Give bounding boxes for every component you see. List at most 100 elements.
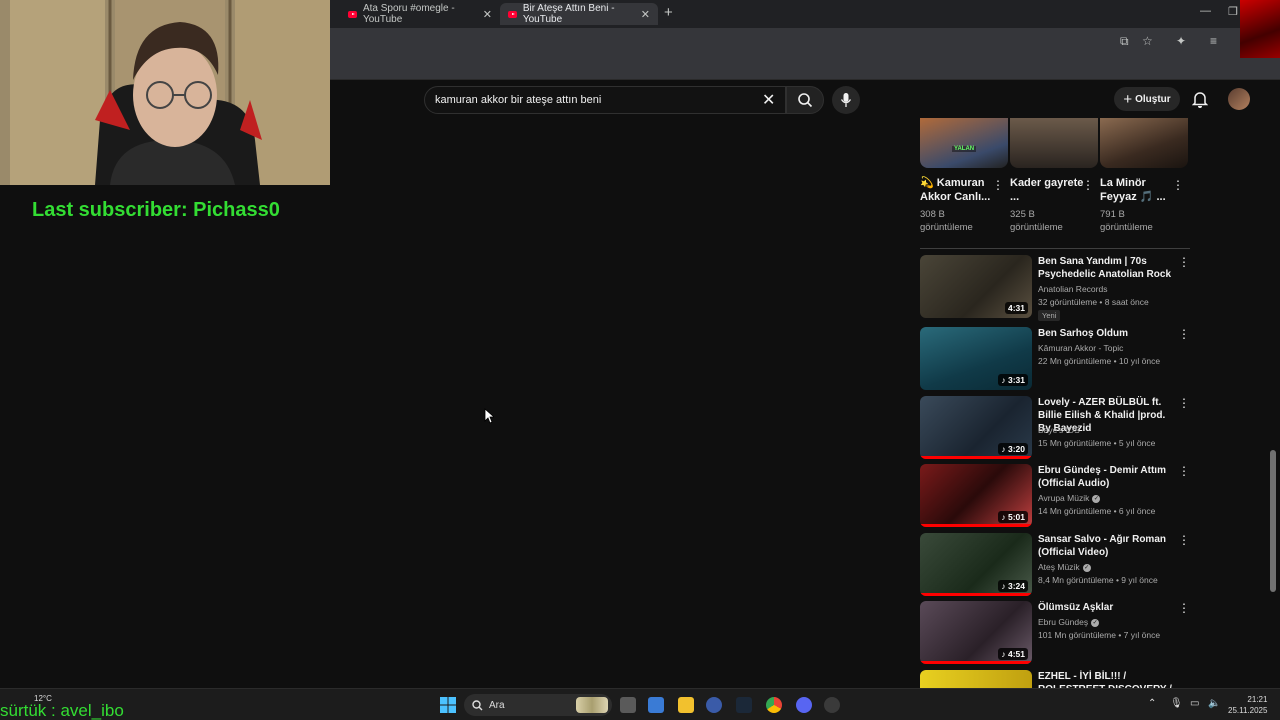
video-title[interactable]: Ebru Gündeş - Demir Attım (Official Audi… [1038, 464, 1174, 490]
tab-close-icon[interactable]: ✕ [641, 8, 650, 21]
video-item[interactable]: ♪ 5:01 Ebru Gündeş - Demir Attım (Offici… [920, 464, 1190, 528]
tab-ata-sporu[interactable]: Ata Sporu #omegle - YouTube ✕ [340, 3, 500, 25]
cast-icon[interactable]: ⧉ [1120, 34, 1129, 49]
discord-icon[interactable] [796, 697, 812, 713]
video-channel[interactable]: Avrupa Müzik ✓ [1038, 493, 1101, 503]
search-input[interactable] [435, 94, 755, 106]
more-options-icon[interactable]: ⋮ [1082, 178, 1094, 192]
video-thumbnail[interactable]: ♪ 4:51 [920, 601, 1032, 664]
video-meta: 15 Mn görüntüleme • 5 yıl önce [1038, 438, 1156, 448]
new-badge: Yeni [1038, 310, 1061, 321]
video-item[interactable]: ♪ 3:31 Ben Sarhoş Oldum Kâmuran Akkor - … [920, 327, 1190, 391]
taskbar-clock[interactable]: 21:21 25.11.2025 [1228, 694, 1267, 716]
bookmark-star-icon[interactable]: ☆ [1142, 34, 1153, 48]
video-thumbnail[interactable]: ♪ 3:24 [920, 533, 1032, 596]
short-thumbnail[interactable] [1010, 118, 1098, 168]
video-thumbnail[interactable]: ♪ 3:20 [920, 396, 1032, 459]
watch-progress-bar [920, 593, 1032, 596]
video-title[interactable]: Ben Sana Yandım | 70s Psychedelic Anatol… [1038, 255, 1174, 281]
mouse-cursor-icon [484, 408, 494, 424]
video-thumbnail[interactable] [920, 670, 1032, 688]
new-tab-button[interactable]: + [664, 4, 673, 21]
app-icon[interactable] [706, 697, 722, 713]
settings-icon[interactable] [824, 697, 840, 713]
chrome-icon[interactable] [766, 697, 782, 713]
short-title[interactable]: 💫 Kamuran Akkor Canlı... [920, 176, 996, 204]
file-explorer-icon[interactable] [678, 697, 694, 713]
watch-progress-bar [920, 524, 1032, 527]
voice-search-button[interactable] [832, 86, 860, 114]
more-options-icon[interactable]: ⋮ [1178, 601, 1190, 615]
more-options-icon[interactable]: ⋮ [1172, 178, 1184, 192]
extensions-icon[interactable]: ✦ [1176, 34, 1186, 48]
last-subscriber-label: Last subscriber: Pichass0 [32, 199, 280, 221]
video-duration: ♪ 5:01 [998, 511, 1028, 523]
tray-chevron-icon[interactable]: ⌃ [1148, 698, 1156, 709]
media-control-icon[interactable]: ≡ [1210, 34, 1217, 48]
video-thumbnail[interactable]: ♪ 3:31 [920, 327, 1032, 390]
video-title[interactable]: Ölümsüz Aşklar [1038, 601, 1174, 614]
tab-close-icon[interactable]: ✕ [483, 8, 492, 21]
network-icon[interactable]: ▭ [1190, 698, 1199, 709]
video-item[interactable]: EZHEL - İYİ BİL!!! / ROLESTREET DISCOVER… [920, 670, 1182, 688]
volume-icon[interactable]: 🔈 [1208, 698, 1220, 709]
more-options-icon[interactable]: ⋮ [1178, 533, 1190, 547]
more-options-icon[interactable]: ⋮ [1178, 396, 1190, 410]
more-options-icon[interactable]: ⋮ [1178, 670, 1182, 684]
microphone-tray-icon[interactable]: 🎙 [1170, 698, 1183, 709]
verified-icon: ✓ [1082, 563, 1091, 572]
video-channel[interactable]: Baye's IDS [1038, 425, 1080, 435]
account-avatar[interactable] [1228, 88, 1250, 110]
video-title[interactable]: Ben Sarhoş Oldum [1038, 327, 1174, 340]
search-box[interactable] [424, 86, 786, 114]
create-button[interactable]: + Oluştur [1114, 87, 1180, 111]
short-views: 791 Bgörüntüleme [1100, 209, 1153, 233]
calculator-icon[interactable] [648, 697, 664, 713]
video-item[interactable]: ♪ 3:24 Sansar Salvo - Ağır Roman (Offici… [920, 533, 1190, 597]
video-item[interactable]: ♪ 4:51 Ölümsüz Aşklar Ebru Gündeş ✓ 101 M… [920, 601, 1190, 665]
video-meta: 32 görüntüleme • 8 saat önce [1038, 297, 1149, 307]
video-channel[interactable]: Ebru Gündeş ✓ [1038, 617, 1100, 627]
video-meta: 8,4 Mn görüntüleme • 9 yıl önce [1038, 575, 1158, 585]
youtube-favicon-icon [508, 10, 517, 18]
video-channel[interactable]: Kâmuran Akkor - Topic [1038, 343, 1123, 353]
video-channel[interactable]: Ateş Müzik ✓ [1038, 562, 1091, 572]
more-options-icon[interactable]: ⋮ [1178, 255, 1190, 269]
short-thumbnail[interactable] [1100, 118, 1188, 168]
video-item[interactable]: ♪ 3:20 Lovely - AZER BÜLBÜL ft. Billie E… [920, 396, 1190, 460]
short-thumbnail[interactable]: YALAN [920, 118, 1008, 168]
short-item[interactable]: YALAN 💫 Kamuran Akkor Canlı... 308 Bgörü… [920, 118, 1010, 234]
clock-time: 21:21 [1247, 695, 1268, 704]
short-thumbnail-tag: YALAN [952, 146, 977, 152]
page-scrollbar[interactable] [1270, 450, 1276, 592]
video-title[interactable]: EZHEL - İYİ BİL!!! / ROLESTREET DISCOVER… [1038, 670, 1174, 688]
clear-search-icon[interactable]: ✕ [762, 90, 775, 110]
taskbar-search[interactable]: Ara [464, 694, 612, 716]
more-options-icon[interactable]: ⋮ [992, 178, 1004, 192]
video-title[interactable]: Sansar Salvo - Ağır Roman (Official Vide… [1038, 533, 1174, 559]
search-button[interactable] [786, 86, 824, 114]
video-meta: 22 Mn görüntüleme • 10 yıl önce [1038, 356, 1161, 366]
notifications-bell-icon[interactable] [1192, 90, 1208, 108]
video-duration: 4:31 [1004, 302, 1028, 314]
video-thumbnail[interactable]: 4:31 [920, 255, 1032, 318]
steam-icon[interactable] [736, 697, 752, 713]
short-item[interactable]: La Minör Feyyaz 🎵 ... 791 Bgörüntüleme ⋮ [1100, 118, 1190, 234]
short-item[interactable]: Kader gayrete ... 325 Bgörüntüleme ⋮ [1010, 118, 1100, 234]
maximize-button[interactable]: ❐ [1228, 5, 1238, 18]
more-options-icon[interactable]: ⋮ [1178, 327, 1190, 341]
more-options-icon[interactable]: ⋮ [1178, 464, 1190, 478]
microphone-icon [840, 93, 852, 107]
windows-start-icon[interactable] [440, 697, 456, 713]
short-title[interactable]: La Minör Feyyaz 🎵 ... [1100, 176, 1176, 204]
video-thumbnail[interactable]: ♪ 5:01 [920, 464, 1032, 527]
minimize-button[interactable]: — [1200, 5, 1211, 17]
video-duration: ♪ 3:31 [998, 374, 1028, 386]
short-views: 308 Bgörüntüleme [920, 209, 973, 233]
video-channel[interactable]: Anatolian Records [1038, 284, 1107, 294]
short-title[interactable]: Kader gayrete ... [1010, 176, 1086, 204]
video-item[interactable]: 4:31 Ben Sana Yandım | 70s Psychedelic A… [920, 255, 1190, 321]
tab-bir-atese[interactable]: Bir Ateşe Attın Beni - YouTube ✕ [500, 3, 658, 25]
task-view-icon[interactable] [620, 697, 636, 713]
video-duration: ♪ 4:51 [998, 648, 1028, 660]
